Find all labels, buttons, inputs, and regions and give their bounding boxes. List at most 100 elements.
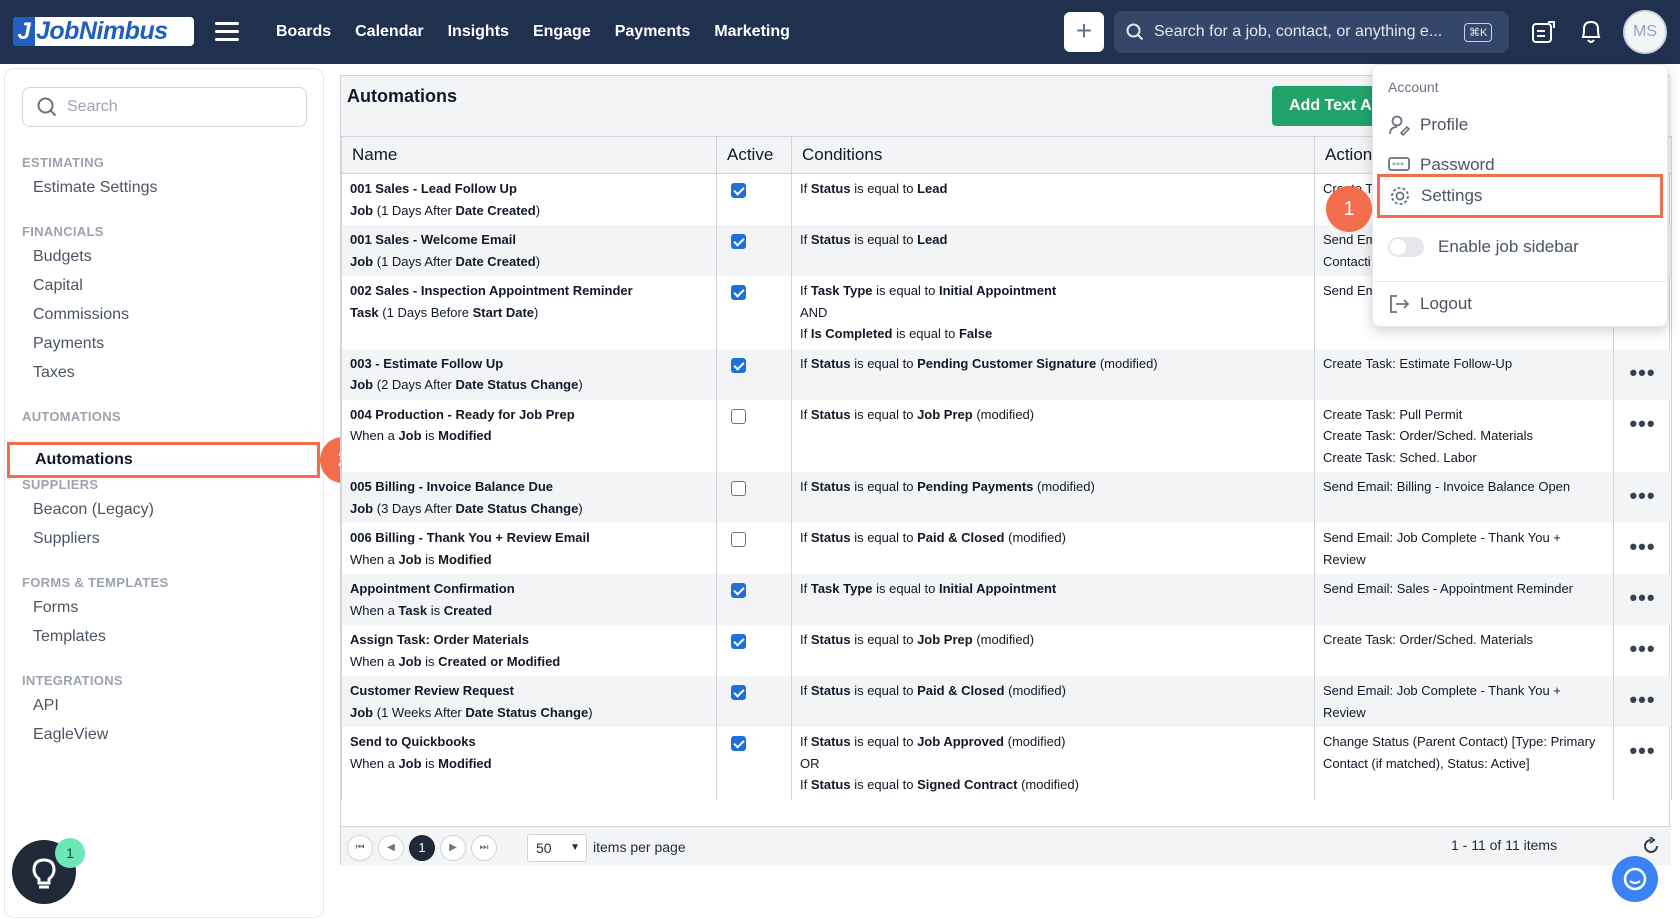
section-automations: AUTOMATIONS (22, 409, 121, 424)
active-checkbox[interactable] (731, 685, 746, 700)
active-checkbox[interactable] (731, 285, 746, 300)
refresh-icon[interactable] (1642, 837, 1660, 855)
active-checkbox[interactable] (731, 481, 746, 496)
search-icon (1126, 23, 1144, 41)
active-checkbox[interactable] (731, 634, 746, 649)
automation-name: Assign Task: Order Materials (350, 632, 529, 647)
automation-name-cell: 003 - Estimate Follow Up Job (2 Days Afte… (341, 348, 717, 400)
action-line: Send Email: Billing - Invoice Balance Op… (1323, 479, 1571, 494)
active-checkbox[interactable] (731, 583, 746, 598)
sidebar-item-automations[interactable]: Automations (7, 442, 320, 478)
sidebar-item-capital[interactable]: Capital (33, 277, 83, 295)
active-cell (716, 574, 792, 625)
sidebar-item-payments[interactable]: Payments (33, 335, 104, 353)
col-name[interactable]: Name (341, 136, 717, 174)
more-options-icon[interactable]: ••• (1622, 689, 1663, 711)
active-checkbox[interactable] (731, 183, 746, 198)
jobnimbus-logo[interactable]: J JobNimbus (13, 17, 194, 46)
automation-trigger: Task (1 Days Before Start Date) (350, 304, 539, 320)
condition-line: If Status is equal to Pending Payments (… (800, 479, 1095, 494)
conditions-cell: If Task Type is equal to Initial Appoint… (791, 574, 1315, 625)
menu-item-settings[interactable]: Settings (1377, 174, 1663, 218)
col-active[interactable]: Active (716, 136, 792, 174)
automation-name: 001 Sales - Lead Follow Up (350, 181, 517, 196)
prev-page-button[interactable]: ◀ (378, 835, 404, 861)
first-page-button[interactable]: ⏮ (347, 835, 373, 861)
automation-trigger: When a Task is Created (350, 602, 493, 618)
bell-icon[interactable] (1578, 18, 1604, 46)
more-options-icon[interactable]: ••• (1622, 485, 1663, 507)
nav-engage[interactable]: Engage (533, 23, 591, 41)
active-checkbox[interactable] (731, 234, 746, 249)
table-row[interactable]: 003 - Estimate Follow Up Job (2 Days Afte… (341, 348, 1672, 400)
sidebar-item-estimate-settings[interactable]: Estimate Settings (33, 179, 158, 197)
page-1-button[interactable]: 1 (409, 835, 435, 861)
table-row[interactable]: 006 Billing - Thank You + Review Email Wh… (341, 523, 1672, 574)
conditions-cell: If Status is equal to Paid & Closed (mod… (791, 523, 1315, 574)
more-options-icon[interactable]: ••• (1622, 536, 1663, 558)
menu-item-profile[interactable]: Profile (1388, 106, 1468, 144)
more-options-icon[interactable]: ••• (1622, 740, 1663, 762)
more-options-icon[interactable]: ••• (1622, 412, 1663, 434)
sidebar-item-suppliers[interactable]: Suppliers (33, 530, 100, 548)
table-row[interactable]: Send to Quickbooks When a Job is Modified… (341, 727, 1672, 800)
automation-trigger: When a Job is Modified (350, 428, 492, 443)
hamburger-menu-icon[interactable] (215, 22, 239, 42)
table-row[interactable]: 005 Billing - Invoice Balance Due Job (3 … (341, 472, 1672, 523)
per-page-select[interactable]: 50 (527, 834, 587, 862)
menu-item-enable-job-sidebar[interactable]: Enable job sidebar (1388, 228, 1579, 266)
menu-divider (1373, 281, 1667, 282)
sidebar-search-input[interactable]: Search (22, 87, 307, 127)
active-checkbox[interactable] (731, 408, 746, 424)
nav-calendar[interactable]: Calendar (355, 23, 423, 41)
table-row[interactable]: 004 Production - Ready for Job Prep When … (341, 399, 1672, 472)
global-search-input[interactable]: Search for a job, contact, or anything e… (1114, 11, 1509, 53)
chat-icon (1623, 867, 1647, 891)
user-avatar[interactable]: MS (1623, 10, 1667, 54)
nav-marketing[interactable]: Marketing (714, 23, 790, 41)
condition-line: If Status is equal to Job Approved (modi… (800, 734, 1066, 749)
nav-boards[interactable]: Boards (276, 23, 331, 41)
sidebar-item-beacon[interactable]: Beacon (Legacy) (33, 501, 154, 519)
row-menu-cell: ••• (1613, 348, 1672, 400)
job-sidebar-toggle[interactable] (1388, 237, 1424, 257)
active-checkbox[interactable] (731, 532, 746, 547)
more-options-icon[interactable]: ••• (1622, 638, 1663, 660)
automation-name: 002 Sales - Inspection Appointment Remin… (350, 283, 633, 298)
active-checkbox[interactable] (731, 357, 746, 373)
actions-cell: Create Task: Pull Permit Create Task: Ord… (1314, 399, 1614, 472)
action-line: Review (1323, 551, 1366, 567)
chat-widget-button[interactable] (1612, 856, 1658, 902)
automation-name-cell: Assign Task: Order Materials When a Job i… (341, 625, 717, 676)
sidebar-item-budgets[interactable]: Budgets (33, 248, 92, 266)
table-row[interactable]: Assign Task: Order Materials When a Job i… (341, 625, 1672, 676)
automation-trigger: Job (1 Days After Date Created) (350, 202, 541, 218)
sidebar-item-api[interactable]: API (33, 697, 59, 715)
clipboard-icon[interactable] (1530, 19, 1556, 45)
active-checkbox[interactable] (731, 736, 746, 751)
more-options-icon[interactable]: ••• (1622, 361, 1663, 383)
conditions-cell: If Status is equal to Paid & Closed (mod… (791, 676, 1315, 727)
create-plus-button[interactable]: + (1064, 12, 1104, 52)
sidebar-item-forms[interactable]: Forms (33, 599, 78, 617)
section-estimating: ESTIMATING (22, 155, 105, 170)
sidebar-item-taxes[interactable]: Taxes (33, 364, 75, 382)
logout-icon (1390, 295, 1410, 313)
row-menu-cell: ••• (1613, 625, 1672, 676)
table-row[interactable]: Appointment Confirmation When a Task is C… (341, 574, 1672, 625)
sidebar-item-commissions[interactable]: Commissions (33, 306, 129, 324)
condition-line: If Status is equal to Job Prep (modified… (800, 632, 1035, 647)
table-row[interactable]: Customer Review Request Job (1 Weeks Afte… (341, 676, 1672, 727)
nav-insights[interactable]: Insights (448, 23, 509, 41)
col-conditions[interactable]: Conditions (791, 136, 1315, 174)
nav-payments[interactable]: Payments (615, 23, 691, 41)
last-page-button[interactable]: ⏭ (471, 835, 497, 861)
menu-item-logout[interactable]: Logout (1388, 285, 1472, 323)
more-options-icon[interactable]: ••• (1622, 587, 1663, 609)
row-menu-cell: ••• (1613, 676, 1672, 727)
next-page-button[interactable]: ▶ (440, 835, 466, 861)
sidebar-item-templates[interactable]: Templates (33, 628, 106, 646)
sidebar-item-eagleview[interactable]: EagleView (33, 726, 108, 744)
gear-icon (1391, 187, 1409, 205)
automation-name: Send to Quickbooks (350, 734, 476, 749)
